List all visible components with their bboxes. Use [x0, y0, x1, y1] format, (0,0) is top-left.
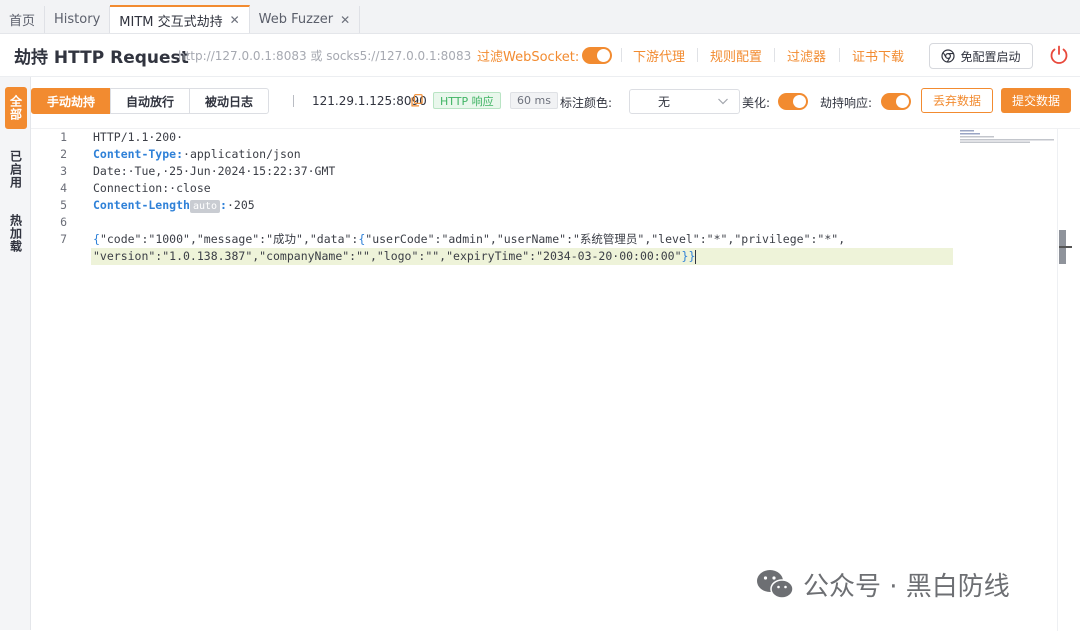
- copy-icon[interactable]: [411, 94, 423, 107]
- chevron-down-icon: [718, 98, 728, 105]
- page-title: 劫持 HTTP Request: [14, 47, 189, 68]
- filter-websocket-toggle[interactable]: [582, 47, 612, 64]
- line-number: 7: [60, 232, 67, 246]
- header-key: Content-Length: [93, 198, 190, 212]
- auto-badge: auto: [189, 200, 221, 213]
- mode-auto-button[interactable]: 自动放行: [110, 88, 191, 114]
- quick-start-button[interactable]: 免配置启动: [929, 43, 1033, 69]
- filter-link[interactable]: 过滤器: [787, 46, 826, 65]
- header-colon: :: [220, 198, 227, 212]
- line-number: 5: [60, 198, 67, 212]
- mode-switch: 手动劫持 自动放行 被动日志: [31, 88, 270, 114]
- code-line: HTTP/1.1·200·: [93, 130, 184, 144]
- hijack-response-toggle[interactable]: [881, 93, 911, 110]
- wechat-icon: [757, 569, 794, 599]
- filter-websocket-label: 过滤WebSocket:: [477, 49, 580, 65]
- page-header: 劫持 HTTP Request http://127.0.0.1:8083 或 …: [0, 34, 1080, 77]
- chrome-icon: [941, 49, 956, 63]
- header-value: ·205: [226, 198, 255, 212]
- color-select[interactable]: 无: [629, 89, 740, 114]
- watermark: 公众号 · 黑白防线: [755, 566, 1010, 603]
- divider: [621, 48, 622, 62]
- downstream-proxy-link[interactable]: 下游代理: [633, 46, 685, 65]
- beautify-toggle[interactable]: [778, 93, 808, 110]
- siderail-item-hot-reload[interactable]: 热加载: [5, 211, 27, 255]
- minimap[interactable]: [960, 129, 1056, 143]
- siderail-item-all[interactable]: 全部: [5, 87, 27, 129]
- code-line: {"code":"1000","message":"成功","data":{"u…: [93, 231, 845, 248]
- toolbar-separator: [293, 95, 294, 107]
- header-key: Content-Type:: [93, 147, 184, 161]
- code-line: Date:·Tue,·25·Jun·2024·15:22:37·GMT: [93, 164, 336, 178]
- line-number: 4: [60, 181, 67, 195]
- divider: [774, 48, 775, 62]
- tab-home[interactable]: 首页: [0, 6, 46, 33]
- color-select-value: 无: [658, 95, 671, 109]
- line-number: 3: [60, 164, 67, 178]
- hijack-response-label: 劫持响应:: [820, 96, 873, 110]
- color-label: 标注颜色:: [560, 96, 613, 110]
- power-icon[interactable]: [1048, 44, 1070, 66]
- vertical-scrollbar[interactable]: [1057, 129, 1072, 631]
- rule-config-link[interactable]: 规则配置: [710, 46, 762, 65]
- hijack-toolbar: 手动劫持 自动放行 被动日志 121.29.1.125:8090 HTTP 响应…: [31, 83, 1080, 119]
- siderail-item-enabled[interactable]: 已启用: [5, 147, 27, 191]
- discard-data-button[interactable]: 丢弃数据: [921, 88, 993, 113]
- tab-label: 首页: [9, 14, 36, 29]
- tab-label: History: [54, 12, 101, 27]
- quick-start-label: 免配置启动: [960, 49, 1021, 64]
- latency-tag: 60 ms: [510, 92, 558, 109]
- tab-history[interactable]: History: [45, 6, 111, 33]
- code-line: Connection:·close: [93, 181, 211, 195]
- tab-label: Web Fuzzer: [258, 12, 334, 27]
- side-rail: 全部 已启用 热加载: [0, 77, 31, 630]
- cert-download-link[interactable]: 证书下载: [852, 46, 904, 65]
- divider: [839, 48, 840, 62]
- close-icon[interactable]: ✕: [340, 13, 350, 27]
- header-value: ·application/json: [183, 147, 301, 161]
- tab-bar: 首页 History MITM 交互式劫持 ✕ Web Fuzzer ✕: [0, 0, 1080, 34]
- code-line: "version":"1.0.138.387","companyName":""…: [93, 248, 697, 265]
- line-number: 6: [60, 215, 67, 229]
- tab-mitm[interactable]: MITM 交互式劫持 ✕: [110, 5, 250, 33]
- target-host: 121.29.1.125:8090: [312, 94, 427, 108]
- scrollbar-cursor-mark: [1059, 246, 1072, 248]
- json-brace: {: [93, 232, 100, 246]
- divider: [697, 48, 698, 62]
- http-response-tag: HTTP 响应: [433, 92, 501, 109]
- code-line: Content-Length auto:·205: [93, 197, 255, 214]
- submit-data-button[interactable]: 提交数据: [1001, 88, 1071, 113]
- mode-manual-button[interactable]: 手动劫持: [31, 88, 112, 114]
- mode-passive-button[interactable]: 被动日志: [189, 88, 270, 114]
- json-text: "userCode":"admin","userName":"系统管理员","l…: [365, 232, 846, 246]
- code-line: Content-Type:·application/json: [93, 146, 301, 163]
- json-brace: }}: [681, 249, 696, 263]
- json-text: "version":"1.0.138.387","companyName":""…: [93, 249, 682, 263]
- code-editor[interactable]: 1 2 3 4 5 6 7 HTTP/1.1·200· Content-Type…: [31, 128, 1080, 631]
- watermark-text: 公众号 · 黑白防线: [803, 572, 1010, 602]
- beautify-label: 美化:: [742, 96, 771, 110]
- line-number: 1: [60, 130, 67, 144]
- line-number: 2: [60, 147, 67, 161]
- json-text: "code":"1000","message":"成功","data":: [99, 232, 359, 246]
- tab-web-fuzzer[interactable]: Web Fuzzer ✕: [250, 6, 361, 33]
- tab-label: MITM 交互式劫持: [119, 14, 223, 30]
- proxy-address: http://127.0.0.1:8083 或 socks5://127.0.0…: [178, 48, 472, 63]
- text-cursor: [695, 249, 697, 264]
- close-icon[interactable]: ✕: [230, 13, 240, 27]
